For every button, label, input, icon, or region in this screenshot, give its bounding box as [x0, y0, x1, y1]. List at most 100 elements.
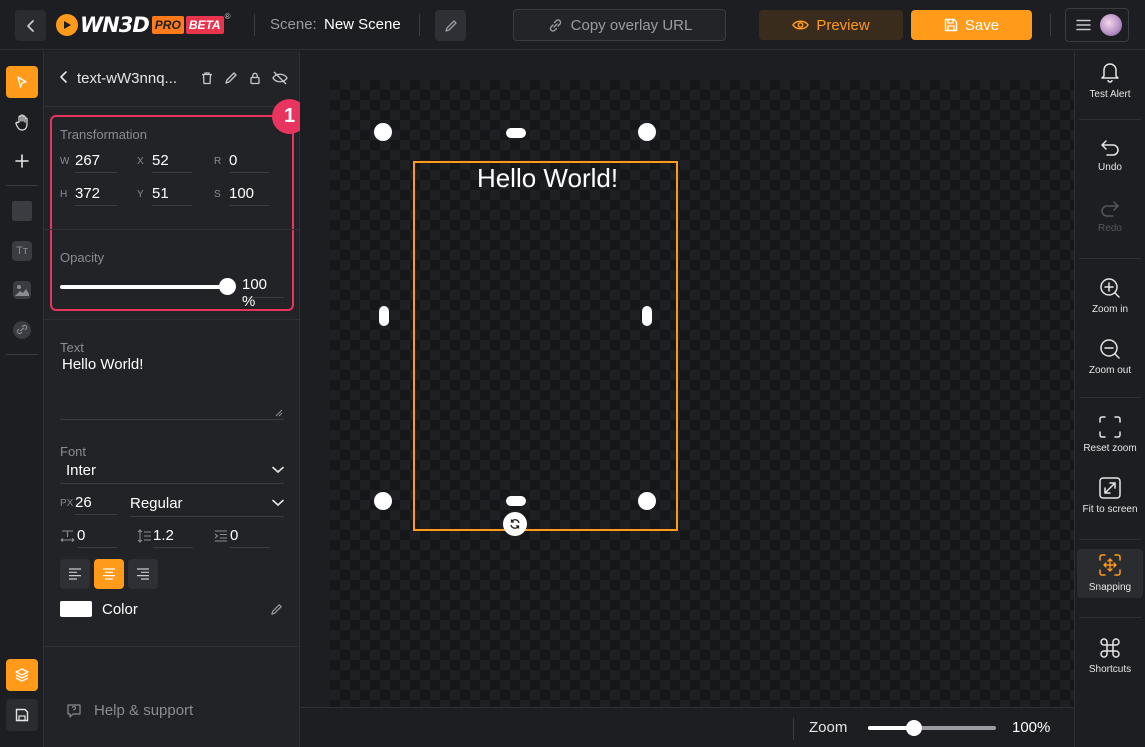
redo-icon	[1101, 201, 1119, 217]
color-swatch[interactable]	[60, 601, 92, 617]
edit-scene-button[interactable]	[435, 10, 466, 41]
height-value[interactable]: 372	[75, 182, 117, 206]
canvas-text[interactable]: Hello World!	[415, 163, 680, 194]
back-button[interactable]	[15, 10, 46, 41]
zoom-bar: Zoom 100%	[300, 707, 1074, 747]
y-field[interactable]: Y 51	[137, 181, 192, 207]
rotate-handle[interactable]	[503, 512, 527, 536]
divider	[1079, 119, 1141, 120]
rotation-field[interactable]: R 0	[214, 148, 269, 174]
divider	[1050, 14, 1051, 36]
resize-handle-top[interactable]	[506, 128, 526, 138]
layers-button[interactable]	[6, 659, 38, 691]
add-element-button[interactable]	[6, 145, 38, 177]
resize-handle-bottom-left[interactable]	[374, 492, 392, 510]
avatar	[1100, 14, 1122, 36]
fit-to-screen-label: Fit to screen	[1082, 504, 1138, 515]
image-tool-button[interactable]	[6, 274, 38, 306]
opacity-slider-track[interactable]	[60, 285, 226, 289]
indent-value[interactable]: 0	[230, 524, 270, 548]
resize-handle-top-right[interactable]	[638, 123, 656, 141]
preview-label: Preview	[816, 16, 870, 34]
floppy-disk-icon	[944, 18, 958, 32]
font-family-select[interactable]: Inter	[60, 457, 284, 484]
shape-tool-button[interactable]	[6, 195, 38, 227]
font-size-field[interactable]: PX 26	[60, 490, 117, 516]
rotation-value[interactable]: 0	[229, 149, 269, 173]
indent-field[interactable]: 0	[214, 523, 270, 549]
redo-button[interactable]: Redo	[1077, 200, 1143, 234]
pencil-icon[interactable]	[270, 603, 283, 616]
font-size-value[interactable]: 26	[75, 491, 117, 515]
link-icon	[549, 18, 561, 32]
scale-field[interactable]: S 100	[214, 181, 269, 207]
command-icon	[1100, 638, 1120, 658]
snapping-toggle[interactable]: Snapping	[1077, 549, 1143, 598]
align-left-icon	[69, 568, 81, 580]
text-tool-button[interactable]: Tт	[6, 235, 38, 267]
own3d-logo[interactable]: WN3D PRO BETA ®	[56, 12, 231, 38]
shortcuts-button[interactable]: Shortcuts	[1077, 637, 1143, 675]
opacity-label: Opacity	[60, 250, 105, 265]
test-alert-button[interactable]: Test Alert	[1077, 60, 1143, 100]
resize-handle-bottom-right[interactable]	[638, 492, 656, 510]
left-toolbar: Tт	[0, 51, 44, 747]
divider	[1079, 617, 1141, 618]
chevron-left-icon	[26, 19, 34, 32]
fit-to-screen-button[interactable]: Fit to screen	[1077, 477, 1143, 515]
x-field[interactable]: X 52	[137, 148, 192, 174]
resize-grip-icon[interactable]	[275, 409, 283, 417]
opacity-slider-knob[interactable]	[219, 278, 236, 295]
zoom-in-label: Zoom in	[1091, 304, 1129, 315]
letter-spacing-field[interactable]: 0	[60, 523, 117, 549]
save-button[interactable]: Save	[911, 10, 1032, 40]
pencil-icon[interactable]	[224, 71, 238, 85]
align-left-button[interactable]	[60, 559, 90, 589]
trash-icon[interactable]	[200, 71, 214, 85]
lock-icon[interactable]	[248, 71, 262, 85]
resize-handle-left[interactable]	[379, 306, 389, 326]
resize-handle-top-left[interactable]	[374, 123, 392, 141]
resize-handle-right[interactable]	[642, 306, 652, 326]
hand-tool-button[interactable]	[6, 106, 38, 138]
preview-button[interactable]: Preview	[759, 10, 903, 40]
reset-zoom-button[interactable]: Reset zoom	[1077, 416, 1143, 454]
overlay-canvas[interactable]: Hello World!	[330, 80, 1074, 707]
line-height-value[interactable]: 1.2	[153, 524, 193, 548]
opacity-value[interactable]: 100 %	[242, 276, 284, 310]
resize-handle-bottom[interactable]	[506, 496, 526, 506]
align-right-button[interactable]	[128, 559, 158, 589]
letter-spacing-value[interactable]: 0	[77, 524, 117, 548]
chevron-down-icon	[272, 466, 284, 474]
selected-text-element[interactable]: Hello World!	[413, 161, 678, 531]
select-tool-button[interactable]	[6, 66, 38, 98]
width-value[interactable]: 267	[75, 149, 117, 173]
scale-value[interactable]: 100	[229, 182, 269, 206]
pro-badge: PRO	[151, 16, 184, 34]
zoom-slider-knob[interactable]	[906, 720, 923, 736]
save-layout-button[interactable]	[6, 699, 38, 731]
line-height-field[interactable]: 1.2	[137, 523, 193, 549]
shortcuts-label: Shortcuts	[1088, 664, 1132, 675]
element-title: text-wW3nnq...	[77, 70, 178, 87]
align-center-button[interactable]	[94, 559, 124, 589]
color-label: Color	[102, 601, 138, 618]
zoom-slider-track[interactable]	[868, 720, 996, 736]
zoom-in-button[interactable]: Zoom in	[1077, 277, 1143, 315]
x-value[interactable]: 52	[152, 149, 192, 173]
user-menu-button[interactable]	[1065, 8, 1129, 42]
height-field[interactable]: H 372	[60, 181, 117, 207]
zoom-out-button[interactable]: Zoom out	[1077, 338, 1143, 376]
width-field[interactable]: W 267	[60, 148, 117, 174]
copy-overlay-url-button[interactable]: Copy overlay URL	[513, 9, 726, 41]
text-content-input[interactable]: Hello World!	[60, 356, 284, 420]
font-weight-select[interactable]: Regular	[130, 490, 284, 517]
divider	[1079, 397, 1141, 398]
help-support-link[interactable]: Help & support	[66, 702, 193, 719]
eye-off-icon[interactable]	[272, 71, 288, 85]
element-actions	[200, 71, 288, 85]
y-value[interactable]: 51	[152, 182, 192, 206]
chevron-left-icon[interactable]	[58, 70, 70, 84]
widget-tool-button[interactable]	[6, 314, 38, 346]
undo-button[interactable]: Undo	[1077, 139, 1143, 173]
